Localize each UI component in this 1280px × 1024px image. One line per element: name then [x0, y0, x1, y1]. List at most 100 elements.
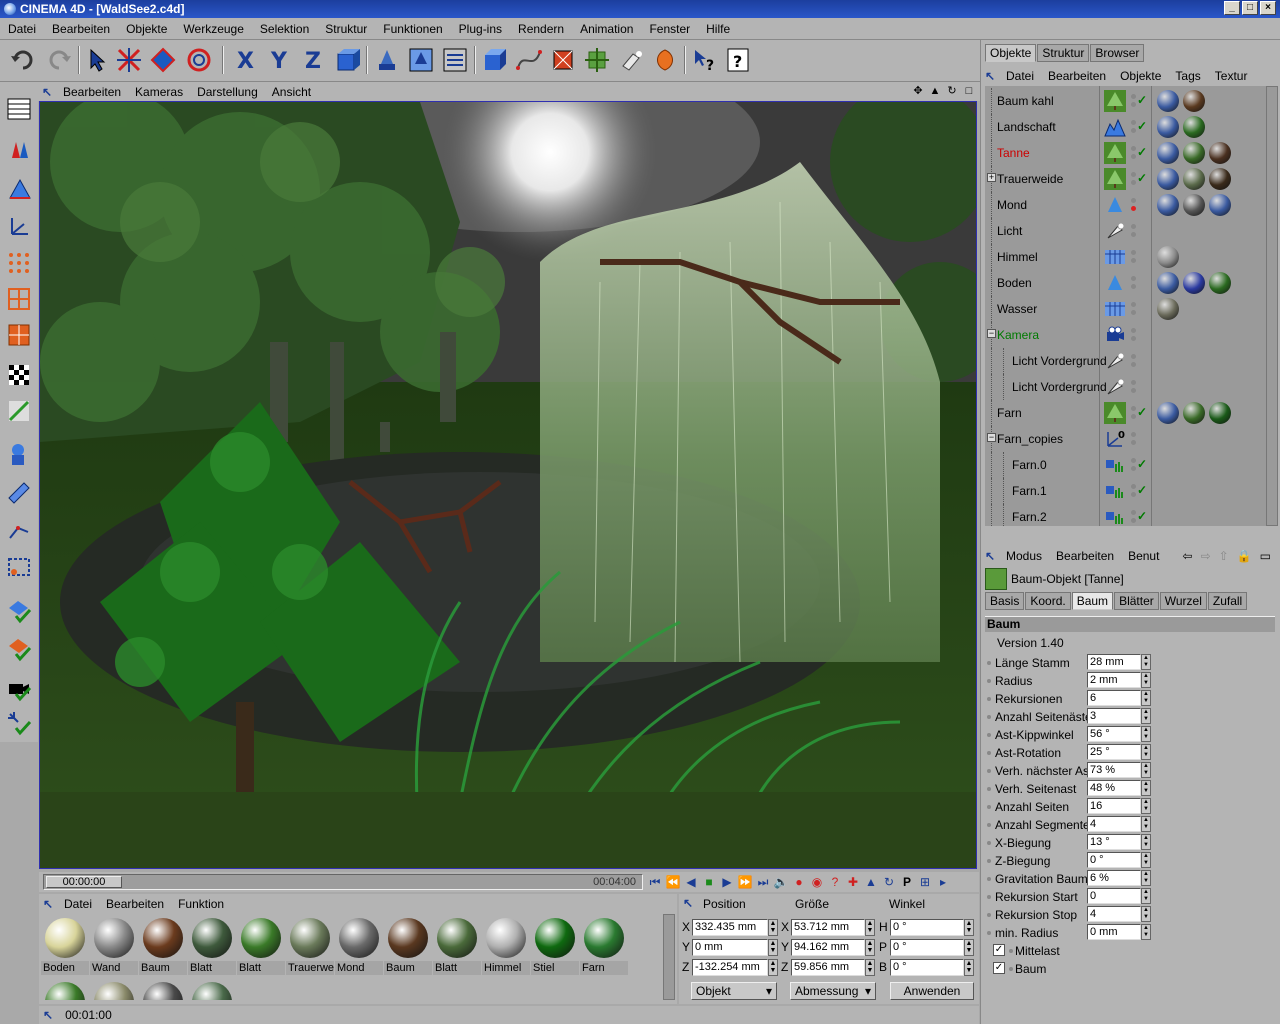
- editor-visibility-dot[interactable]: [1131, 380, 1136, 385]
- object-tag-icon[interactable]: [1209, 402, 1231, 424]
- material-item[interactable]: Wand: [90, 916, 138, 976]
- scale-icon[interactable]: [148, 45, 178, 75]
- position-y-field[interactable]: 0 mm: [692, 939, 768, 956]
- param-dot[interactable]: [987, 913, 991, 917]
- param-dot[interactable]: [987, 697, 991, 701]
- object-row[interactable]: Mond: [985, 192, 1267, 218]
- editor-visibility-dot[interactable]: [1131, 484, 1136, 489]
- toggle-view-icon[interactable]: □: [962, 84, 976, 98]
- object-menu-datei[interactable]: Datei: [999, 69, 1041, 83]
- checkbox[interactable]: ✓: [993, 944, 1005, 956]
- move-icon[interactable]: [114, 45, 144, 75]
- param-stepper[interactable]: ▲ ▼: [1141, 888, 1151, 904]
- param-stepper[interactable]: ▲ ▼: [1141, 780, 1151, 796]
- enabled-check-icon[interactable]: ✓: [1137, 483, 1147, 497]
- object-row[interactable]: Farn ✓: [985, 400, 1267, 426]
- camera-enable-icon[interactable]: [4, 674, 34, 704]
- param-stepper[interactable]: ▲ ▼: [1141, 726, 1151, 742]
- object-tag-icon[interactable]: [1209, 272, 1231, 294]
- attr-tab[interactable]: Blätter: [1114, 592, 1159, 610]
- editor-visibility-dot[interactable]: [1131, 224, 1136, 229]
- material-item[interactable]: [139, 980, 187, 1000]
- material-item[interactable]: Trauerwe: [286, 916, 334, 976]
- position-x-field[interactable]: 332.435 mm: [692, 919, 768, 936]
- object-tag-icon[interactable]: [1183, 90, 1205, 112]
- material-item[interactable]: Baum: [384, 916, 432, 976]
- param-stepper[interactable]: ▲ ▼: [1141, 852, 1151, 868]
- render-view-icon[interactable]: [372, 45, 402, 75]
- object-name[interactable]: Kamera: [997, 328, 1039, 342]
- render-picture-viewer-icon[interactable]: [406, 45, 436, 75]
- object-tag-icon[interactable]: [1183, 272, 1205, 294]
- checkbox[interactable]: ✓: [993, 962, 1005, 974]
- param-value-field[interactable]: 6 %: [1087, 870, 1141, 886]
- object-name[interactable]: Farn.1: [1012, 484, 1047, 498]
- tab-objekte[interactable]: Objekte: [985, 44, 1037, 62]
- param-dot[interactable]: [987, 715, 991, 719]
- material-menu-bearbeiten[interactable]: Bearbeiten: [99, 897, 171, 911]
- param-stepper[interactable]: ▲ ▼: [1141, 762, 1151, 778]
- material-scrollbar[interactable]: [663, 914, 675, 1000]
- param-dot[interactable]: [1009, 967, 1013, 971]
- object-row[interactable]: − Farn_copies 0: [985, 426, 1267, 452]
- object-name[interactable]: Tanne: [997, 146, 1030, 160]
- next-key-icon[interactable]: ⏩: [737, 874, 753, 890]
- param-stepper[interactable]: ▲ ▼: [1141, 708, 1151, 724]
- size-x-stepper[interactable]: ▲ ▼: [865, 919, 875, 936]
- menu-objekte[interactable]: Objekte: [118, 22, 175, 36]
- material-item[interactable]: [188, 980, 236, 1000]
- close-button[interactable]: ×: [1260, 1, 1276, 15]
- material-item[interactable]: Blatt: [237, 916, 285, 976]
- autokey-icon[interactable]: ◉: [809, 874, 825, 890]
- param-dot[interactable]: [987, 751, 991, 755]
- rotation-p-field[interactable]: 0 °: [890, 939, 964, 956]
- object-row[interactable]: − Kamera: [985, 322, 1267, 348]
- keyframe-help-icon[interactable]: ?: [827, 874, 843, 890]
- object-tag-icon[interactable]: [1183, 116, 1205, 138]
- pin-icon[interactable]: ↖: [43, 897, 57, 911]
- ik-icon[interactable]: [4, 552, 34, 582]
- edges-icon[interactable]: [4, 284, 34, 314]
- render-visibility-dot[interactable]: [1131, 102, 1136, 107]
- param-stepper[interactable]: ▲ ▼: [1141, 870, 1151, 886]
- size-z-stepper[interactable]: ▲ ▼: [865, 959, 875, 976]
- object-tag-icon[interactable]: [1209, 168, 1231, 190]
- object-menu-tags[interactable]: Tags: [1168, 69, 1207, 83]
- object-axis-icon[interactable]: [4, 174, 34, 204]
- object-name[interactable]: Trauerweide: [997, 172, 1063, 186]
- pin-icon[interactable]: ↖: [42, 85, 56, 99]
- rotation-b-field[interactable]: 0 °: [890, 959, 964, 976]
- object-row[interactable]: Wasser: [985, 296, 1267, 322]
- menu-animation[interactable]: Animation: [572, 22, 641, 36]
- render-visibility-dot[interactable]: [1131, 414, 1136, 419]
- menu-werkzeuge[interactable]: Werkzeuge: [175, 22, 251, 36]
- stop-icon[interactable]: ■: [701, 874, 717, 890]
- sound-icon[interactable]: 🔈: [773, 874, 789, 890]
- enabled-check-icon[interactable]: ✓: [1137, 93, 1147, 107]
- rotation-h-stepper[interactable]: ▲ ▼: [964, 919, 974, 936]
- object-name[interactable]: Licht Vordergrund: [1012, 380, 1107, 394]
- object-row[interactable]: Licht: [985, 218, 1267, 244]
- param-value-field[interactable]: 56 °: [1087, 726, 1141, 742]
- object-row[interactable]: Licht Vordergrund: [985, 348, 1267, 374]
- zoom-view-icon[interactable]: ▲: [928, 84, 942, 98]
- knife-icon[interactable]: [4, 478, 34, 508]
- editor-visibility-dot[interactable]: [1131, 354, 1136, 359]
- enabled-check-icon[interactable]: ✓: [1137, 145, 1147, 159]
- object-name[interactable]: Wasser: [997, 302, 1037, 316]
- world-axis-icon[interactable]: [4, 212, 34, 242]
- pan-view-icon[interactable]: ✥: [911, 84, 925, 98]
- position-z-stepper[interactable]: ▲ ▼: [768, 959, 778, 976]
- timeline-more-icon[interactable]: ▸: [935, 874, 951, 890]
- render-visibility-dot[interactable]: [1131, 258, 1136, 263]
- param-stepper[interactable]: ▲ ▼: [1141, 798, 1151, 814]
- object-name[interactable]: Himmel: [997, 250, 1038, 264]
- goto-end-icon[interactable]: ⏭: [755, 874, 771, 890]
- attr-menu-modus[interactable]: Modus: [999, 549, 1049, 563]
- param-dot[interactable]: [987, 769, 991, 773]
- param-dot[interactable]: [987, 661, 991, 665]
- param-dot[interactable]: [987, 823, 991, 827]
- param-stepper[interactable]: ▲ ▼: [1141, 834, 1151, 850]
- param-stepper[interactable]: ▲ ▼: [1141, 654, 1151, 670]
- viewport-menu-bearbeiten[interactable]: Bearbeiten: [56, 85, 128, 99]
